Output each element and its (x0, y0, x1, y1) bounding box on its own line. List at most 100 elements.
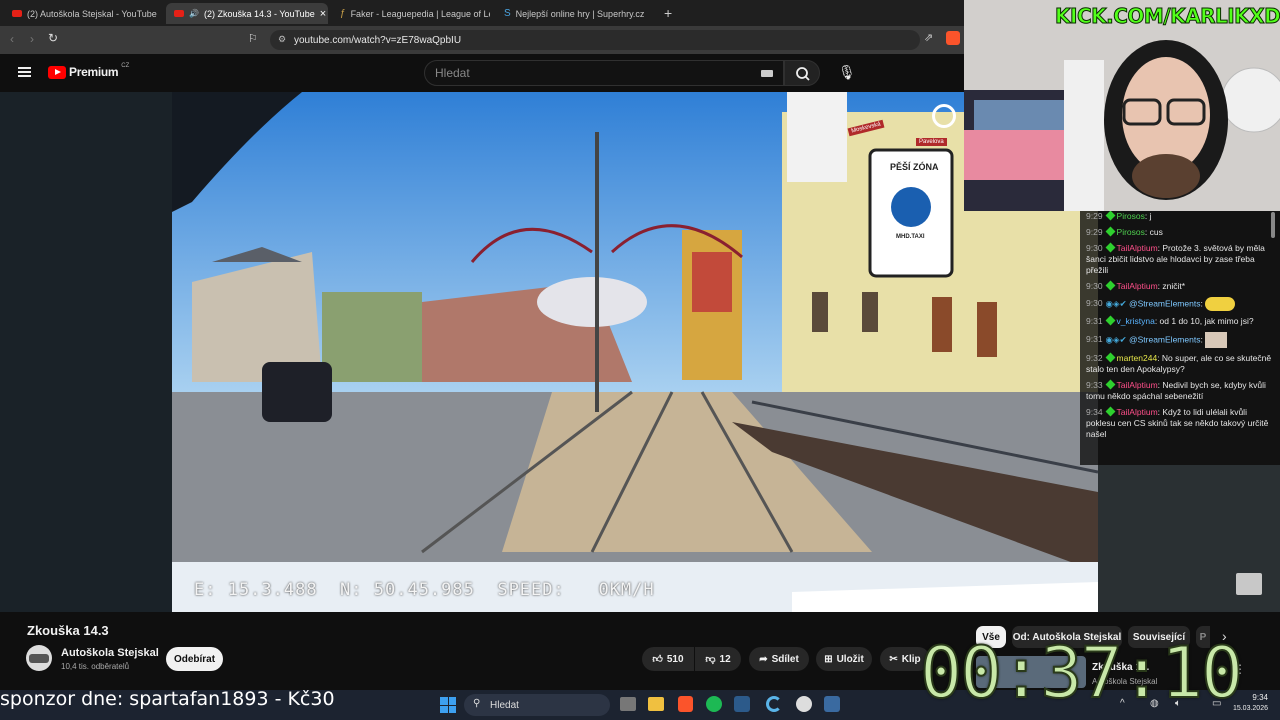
tab-zkouska[interactable]: 🔊 (2) Zkouška 14.3 - YouTube × (166, 3, 328, 24)
tab-label: Faker - Leaguepedia | League of Legends (350, 8, 490, 19)
youtube-favicon-icon (12, 10, 22, 17)
chat-user: TailAlptium (1116, 281, 1158, 291)
street-sign-2: Pavelova (916, 138, 947, 146)
chat-text: zničit* (1162, 281, 1186, 291)
video-player[interactable]: PĚŠÍ ZÓNA MHD.TAXI Moskevská Pavelova E:… (172, 92, 1098, 612)
address-input[interactable]: ⚙ youtube.com/watch?v=zE78waQpbIU (270, 30, 920, 50)
chat-message: 9:30 ◉◈✔ @StreamElements: (1086, 297, 1272, 311)
url-text: youtube.com/watch?v=zE78waQpbIU (294, 34, 462, 46)
thumbs-up-icon: 👍︎ (652, 654, 663, 665)
chat-message: 9:33 TailAlptium: Nedivil bych se, kdyby … (1086, 379, 1266, 401)
new-tab-icon[interactable]: + (664, 5, 672, 21)
scissors-icon: ✂ (889, 653, 898, 665)
emote-minion-icon (1205, 297, 1236, 311)
clip-label: Klip (901, 653, 921, 665)
search-input[interactable]: Hledat (424, 60, 784, 86)
tab-superhry[interactable]: S Nejlepší online hry | Superhry.cz (496, 3, 656, 24)
browser-tab-bar: (2) Autoškola Stejskal - YouTube 🔊 (2) Z… (0, 0, 964, 26)
sponsor-overlay: sponzor dne: spartafan1893 - Kč30 (0, 688, 335, 710)
forward-icon[interactable]: › (30, 32, 34, 46)
youtube-logo[interactable]: Premium CZ (48, 63, 129, 79)
taskbar-search[interactable]: ⚲ Hledat (464, 694, 610, 716)
steam-icon[interactable] (824, 696, 840, 712)
chat-message: 9:32 marten244: No super, ale co se skute… (1086, 352, 1272, 374)
channel-avatar[interactable] (26, 645, 52, 671)
share-page-icon[interactable]: ⇗ (924, 31, 933, 44)
speaker-icon: 🔊 (189, 9, 199, 18)
sub-badge-icon (1105, 352, 1115, 363)
chat-user: @StreamElements (1128, 298, 1201, 309)
subscribe-button[interactable]: Odebírat (166, 647, 223, 671)
channel-name[interactable]: Autoškola Stejskal (61, 647, 159, 659)
chat-message: 9:29 Pirosos: j (1086, 211, 1152, 221)
tab-autoskola[interactable]: (2) Autoškola Stejskal - YouTube (4, 3, 164, 24)
share-icon: ➦ (759, 653, 768, 665)
sign-sub-text: MHD.TAXI (896, 234, 925, 240)
sub-badge-icon (1105, 315, 1115, 326)
brave-shield-icon[interactable] (946, 31, 960, 45)
dashcam-scene (172, 92, 1098, 612)
chat-message: 9:31 ◉◈✔ @StreamElements: (1086, 332, 1272, 348)
close-tab-icon[interactable]: × (320, 8, 326, 20)
bot-badge-icon: ◉◈✔ (1105, 298, 1129, 309)
share-label: Sdílet (771, 653, 799, 665)
dislike-count: 12 (719, 653, 731, 665)
youtube-play-icon (48, 65, 66, 79)
search-icon: ⚲ (473, 698, 481, 709)
site-info-icon[interactable]: ⚙ (278, 34, 286, 45)
dislike-button[interactable]: 👎︎ 12 (695, 647, 741, 671)
tab-label: (2) Zkouška 14.3 - YouTube (203, 8, 315, 19)
windows-start-icon[interactable] (440, 697, 456, 713)
chat-text: cus (1149, 227, 1163, 237)
subscriber-count: 10,4 tis. odběratelů (61, 662, 130, 671)
microphone-icon[interactable]: 🎙 (838, 64, 856, 81)
file-explorer-icon[interactable] (648, 697, 664, 711)
tab-leaguepedia[interactable]: ƒ Faker - Leaguepedia | League of Legend… (332, 3, 490, 24)
sub-badge-icon (1105, 379, 1115, 390)
chat-message: 9:34 TailAlptium: Když to lidi ulélali kv… (1086, 406, 1269, 439)
spotify-icon[interactable] (706, 696, 722, 712)
chat-user: TailAlptium (1116, 243, 1158, 253)
app-icon[interactable] (734, 696, 750, 712)
emote-image-icon (1205, 332, 1228, 348)
chat-text: j (1149, 211, 1152, 221)
webcam-overlay (964, 0, 1280, 211)
tab-label: (2) Autoškola Stejskal - YouTube (27, 8, 157, 19)
share-button[interactable]: ➦ Sdílet (749, 647, 809, 671)
video-letterbox-right (1098, 465, 1280, 612)
stream-timer: 00:37:10 (919, 631, 1244, 715)
sub-badge-icon (1105, 280, 1115, 291)
ccleaner-icon[interactable] (766, 696, 782, 712)
like-button[interactable]: 👍︎ 510 (642, 647, 694, 671)
back-icon[interactable]: ‹ (10, 32, 14, 46)
save-icon: ⊞ (824, 653, 833, 665)
superhry-favicon-icon: S (504, 8, 511, 19)
reload-icon[interactable]: ↻ (48, 31, 58, 45)
chat-user: @StreamElements (1128, 334, 1201, 345)
brave-icon[interactable] (678, 696, 693, 712)
save-button[interactable]: ⊞ Uložit (816, 647, 872, 671)
chat-message: 9:29 Pirosos: cus (1086, 226, 1163, 237)
chat-user: marten244 (1116, 353, 1158, 363)
chat-scrollbar[interactable] (1271, 212, 1275, 238)
tab-label: Nejlepší online hry | Superhry.cz (515, 8, 645, 19)
search-button[interactable] (784, 60, 820, 86)
bookmark-icon[interactable]: ⚐ (248, 32, 258, 45)
sub-badge-icon (1105, 242, 1115, 253)
save-label: Uložit (836, 653, 864, 665)
chat-message: 9:30 TailAlptium: zničit* (1086, 280, 1186, 291)
sub-badge-icon (1105, 226, 1115, 237)
car-sticker-icon (1236, 573, 1262, 595)
search-placeholder: Hledat (435, 66, 470, 80)
task-view-icon[interactable] (620, 697, 636, 711)
obs-icon[interactable] (796, 696, 812, 712)
search-icon (796, 67, 810, 81)
chat-user: Pirosos (1116, 227, 1145, 237)
kick-url-overlay: KICK.COM/KARLIKXD (1054, 4, 1280, 29)
thumbs-down-icon: 👎︎ (705, 654, 716, 665)
dashcam-overlay: E: 15.3.488 N: 50.45.985 SPEED: 0KM/H (194, 580, 655, 600)
chat-user: TailAlptium (1116, 407, 1158, 417)
bot-badge-icon: ◉◈✔ (1105, 334, 1129, 345)
menu-icon[interactable] (18, 67, 31, 77)
keyboard-icon[interactable] (761, 70, 773, 77)
